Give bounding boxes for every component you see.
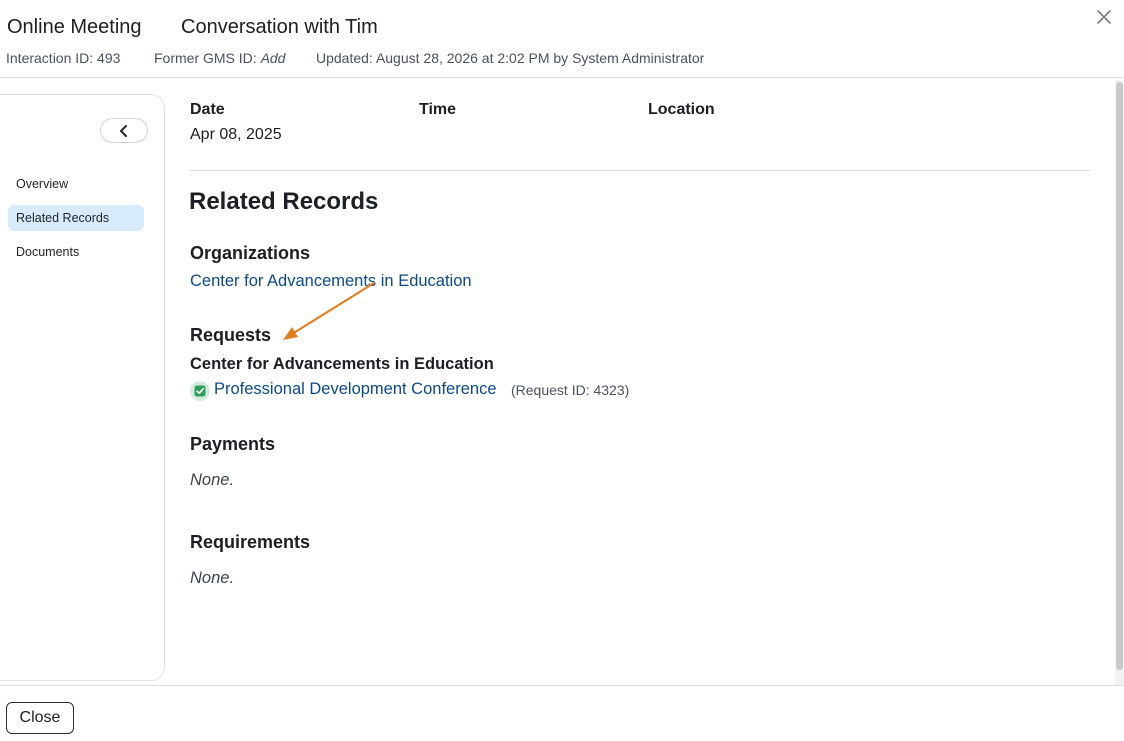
related-records-heading: Related Records [189, 188, 379, 215]
interaction-type: Online Meeting [7, 16, 142, 38]
sidebar-item-related-records[interactable]: Related Records [8, 205, 144, 231]
interaction-title: Conversation with Tim [181, 16, 378, 38]
sidebar-collapse-button[interactable] [100, 118, 148, 143]
chevron-left-icon [120, 125, 127, 137]
check-status-icon [190, 381, 210, 401]
request-link[interactable]: Professional Development Conference [214, 380, 497, 399]
updated-info: Updated: August 28, 2026 at 2:02 PM by S… [316, 50, 705, 66]
requests-heading: Requests [190, 325, 272, 345]
close-icon[interactable] [1094, 7, 1114, 27]
time-label: Time [419, 101, 457, 118]
former-gms-add-link[interactable]: Add [261, 50, 286, 66]
date-value: Apr 08, 2025 [190, 126, 282, 143]
location-label: Location [648, 101, 715, 118]
payments-heading: Payments [190, 434, 276, 454]
requirements-heading: Requirements [190, 532, 311, 552]
organization-link[interactable]: Center for Advancements in Education [190, 272, 472, 291]
section-divider [189, 170, 1090, 171]
date-label: Date [190, 101, 225, 118]
sidebar-item-overview[interactable]: Overview [8, 171, 144, 197]
sidebar-item-documents[interactable]: Documents [8, 239, 144, 265]
interaction-id: Interaction ID: 493 [6, 50, 121, 66]
dialog-header: Online Meeting Conversation with Tim Int… [0, 0, 1124, 78]
scrollbar-thumb[interactable] [1116, 82, 1123, 670]
former-gms-label: Former GMS ID: [154, 50, 257, 66]
footer-divider [0, 685, 1124, 686]
former-gms-id: Former GMS ID: Add [154, 50, 285, 66]
organizations-heading: Organizations [190, 243, 311, 263]
close-button[interactable]: Close [6, 702, 74, 734]
annotation-arrow [283, 281, 376, 340]
request-organization: Center for Advancements in Education [190, 355, 494, 373]
payments-none: None. [190, 471, 235, 489]
requirements-none: None. [190, 569, 235, 587]
request-id: (Request ID: 4323) [511, 382, 630, 398]
